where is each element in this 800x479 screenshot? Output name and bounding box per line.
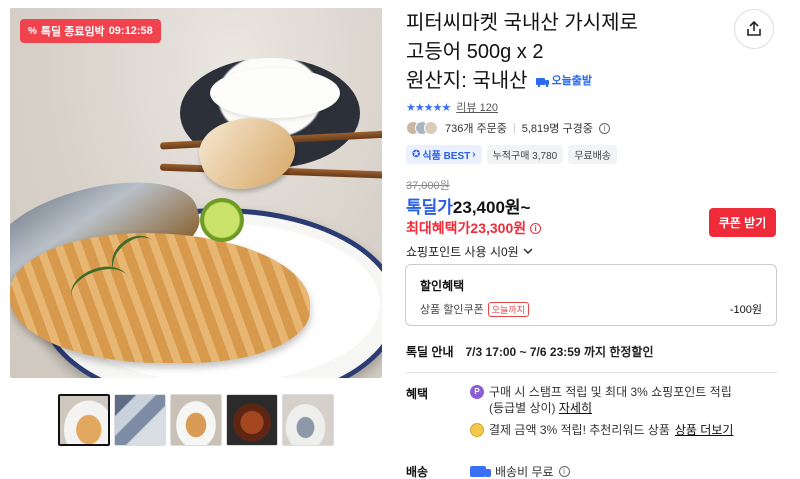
thumbnail-strip — [58, 394, 334, 446]
chevron-right-icon: › — [472, 149, 476, 160]
tag-free-shipping: 무료배송 — [568, 145, 618, 164]
shipping-value: 배송비 무료 — [495, 465, 554, 479]
deal-price-value: 23,400원~ — [452, 198, 531, 217]
order-count: 736개 주문중 — [445, 123, 507, 135]
viewer-count: 5,819명 구경중 — [521, 123, 593, 135]
benefit-line-3: 결제 금액 3% 적립! 추천리워드 상품 — [489, 423, 670, 437]
discount-amount: -100원 — [729, 304, 762, 316]
today-ship-label: 오늘출발 — [551, 75, 592, 87]
benefits-label: 혜택 — [406, 387, 429, 401]
shipping-info: 배송비 무료 i — [470, 463, 570, 479]
truck-icon — [535, 77, 549, 87]
point-icon: P — [470, 385, 484, 399]
tag-food-best[interactable]: ✪ 식품 BEST › — [406, 145, 482, 164]
details-link[interactable]: 자세히 — [559, 401, 592, 415]
rice — [210, 68, 340, 118]
benefit-stamp: P 구매 시 스탬프 적립 및 최대 3% 쇼핑포인트 적립 (등급별 상이) … — [470, 384, 770, 416]
title-line-3: 원산지: 국내산 — [406, 70, 528, 92]
original-price: 37,000원 — [406, 180, 450, 192]
lime-wedge — [200, 198, 244, 242]
percent-icon: % — [28, 25, 37, 37]
shipping-label: 배송 — [406, 465, 429, 479]
title-line-1: 피터씨마켓 국내산 가시제로 — [406, 12, 638, 34]
thumbnail-4[interactable] — [226, 394, 278, 446]
badge-label: 톡딜 종료임박 — [40, 26, 105, 38]
deal-price: 톡딜가23,400원~ — [406, 193, 531, 218]
today-only-chip: 오늘까지 — [487, 301, 529, 317]
points-label: 쇼핑포인트 사용 시0원 — [406, 245, 519, 259]
max-price-value: 23,300원 — [470, 220, 527, 236]
tag-total-purchases: 누적구매 3,780 — [486, 145, 564, 164]
discount-item-label: 상품 할인쿠폰 — [420, 304, 484, 316]
coin-icon — [470, 422, 484, 437]
product-title: 피터씨마켓 국내산 가시제로 고등어 500g x 2 원산지: 국내산 오늘출… — [406, 9, 706, 96]
max-price-label: 최대혜택가 — [406, 220, 471, 236]
info-icon[interactable]: i — [598, 122, 610, 134]
benefit-line-2: (등급별 상이) — [489, 401, 556, 415]
more-products-link[interactable]: 상품 더보기 — [675, 421, 734, 438]
deal-notice: 톡딜 안내 7/3 17:00 ~ 7/6 23:59 까지 한정할인 — [406, 343, 654, 360]
share-icon — [747, 20, 761, 36]
info-icon[interactable]: i — [558, 466, 570, 477]
tag-label: 식품 BEST — [422, 151, 471, 162]
deal-notice-period: 7/3 17:00 ~ 7/6 23:59 까지 한정할인 — [465, 345, 654, 359]
max-benefit-price: 최대혜택가 23,300원 i — [406, 218, 542, 238]
info-icon[interactable]: i — [530, 222, 542, 234]
discount-item: 상품 할인쿠폰 오늘까지 -100원 — [420, 301, 762, 317]
star-rating-icon: ★★★★★ — [406, 101, 451, 114]
share-button[interactable] — [734, 9, 774, 49]
product-main-image[interactable] — [10, 8, 382, 378]
deal-notice-label: 톡딜 안내 — [406, 345, 454, 359]
origin-line: 원산지: 국내산 오늘출발 — [406, 67, 706, 96]
thumbnail-5[interactable] — [282, 394, 334, 446]
shield-icon: ✪ — [412, 149, 421, 160]
thumbnail-3[interactable] — [170, 394, 222, 446]
chevron-down-icon — [523, 248, 533, 254]
section-divider — [405, 372, 777, 373]
benefit-reward: 결제 금액 3% 적립! 추천리워드 상품 상품 더보기 — [470, 421, 733, 438]
review-link[interactable]: 리뷰 120 — [456, 99, 498, 115]
truck-icon — [470, 466, 491, 477]
deal-price-label: 톡딜가 — [406, 198, 453, 217]
thumbnail-2[interactable] — [114, 394, 166, 446]
orders-row: 736개 주문중 | 5,819명 구경중 i — [406, 120, 610, 136]
rating-row: ★★★★★ 리뷰 120 — [406, 99, 498, 115]
benefit-line-1: 구매 시 스탬프 적립 및 최대 3% 쇼핑포인트 적립 — [489, 385, 732, 399]
today-ship-badge: 오늘출발 — [535, 67, 592, 96]
buyer-avatars — [406, 121, 438, 135]
product-tags: ✪ 식품 BEST › 누적구매 3,780 무료배송 — [406, 145, 618, 164]
discount-header: 할인혜택 — [420, 279, 465, 293]
discount-benefits-box: 할인혜택 상품 할인쿠폰 오늘까지 -100원 — [405, 264, 777, 326]
coupon-button[interactable]: 쿠폰 받기 — [709, 208, 776, 237]
badge-timer: 09:12:58 — [108, 25, 153, 37]
points-dropdown[interactable]: 쇼핑포인트 사용 시0원 — [406, 243, 533, 260]
thumbnail-1[interactable] — [58, 394, 110, 446]
deal-ending-badge: % 톡딜 종료임박 09:12:58 — [20, 19, 161, 43]
title-line-2: 고등어 500g x 2 — [406, 41, 544, 63]
divider: | — [512, 122, 516, 134]
